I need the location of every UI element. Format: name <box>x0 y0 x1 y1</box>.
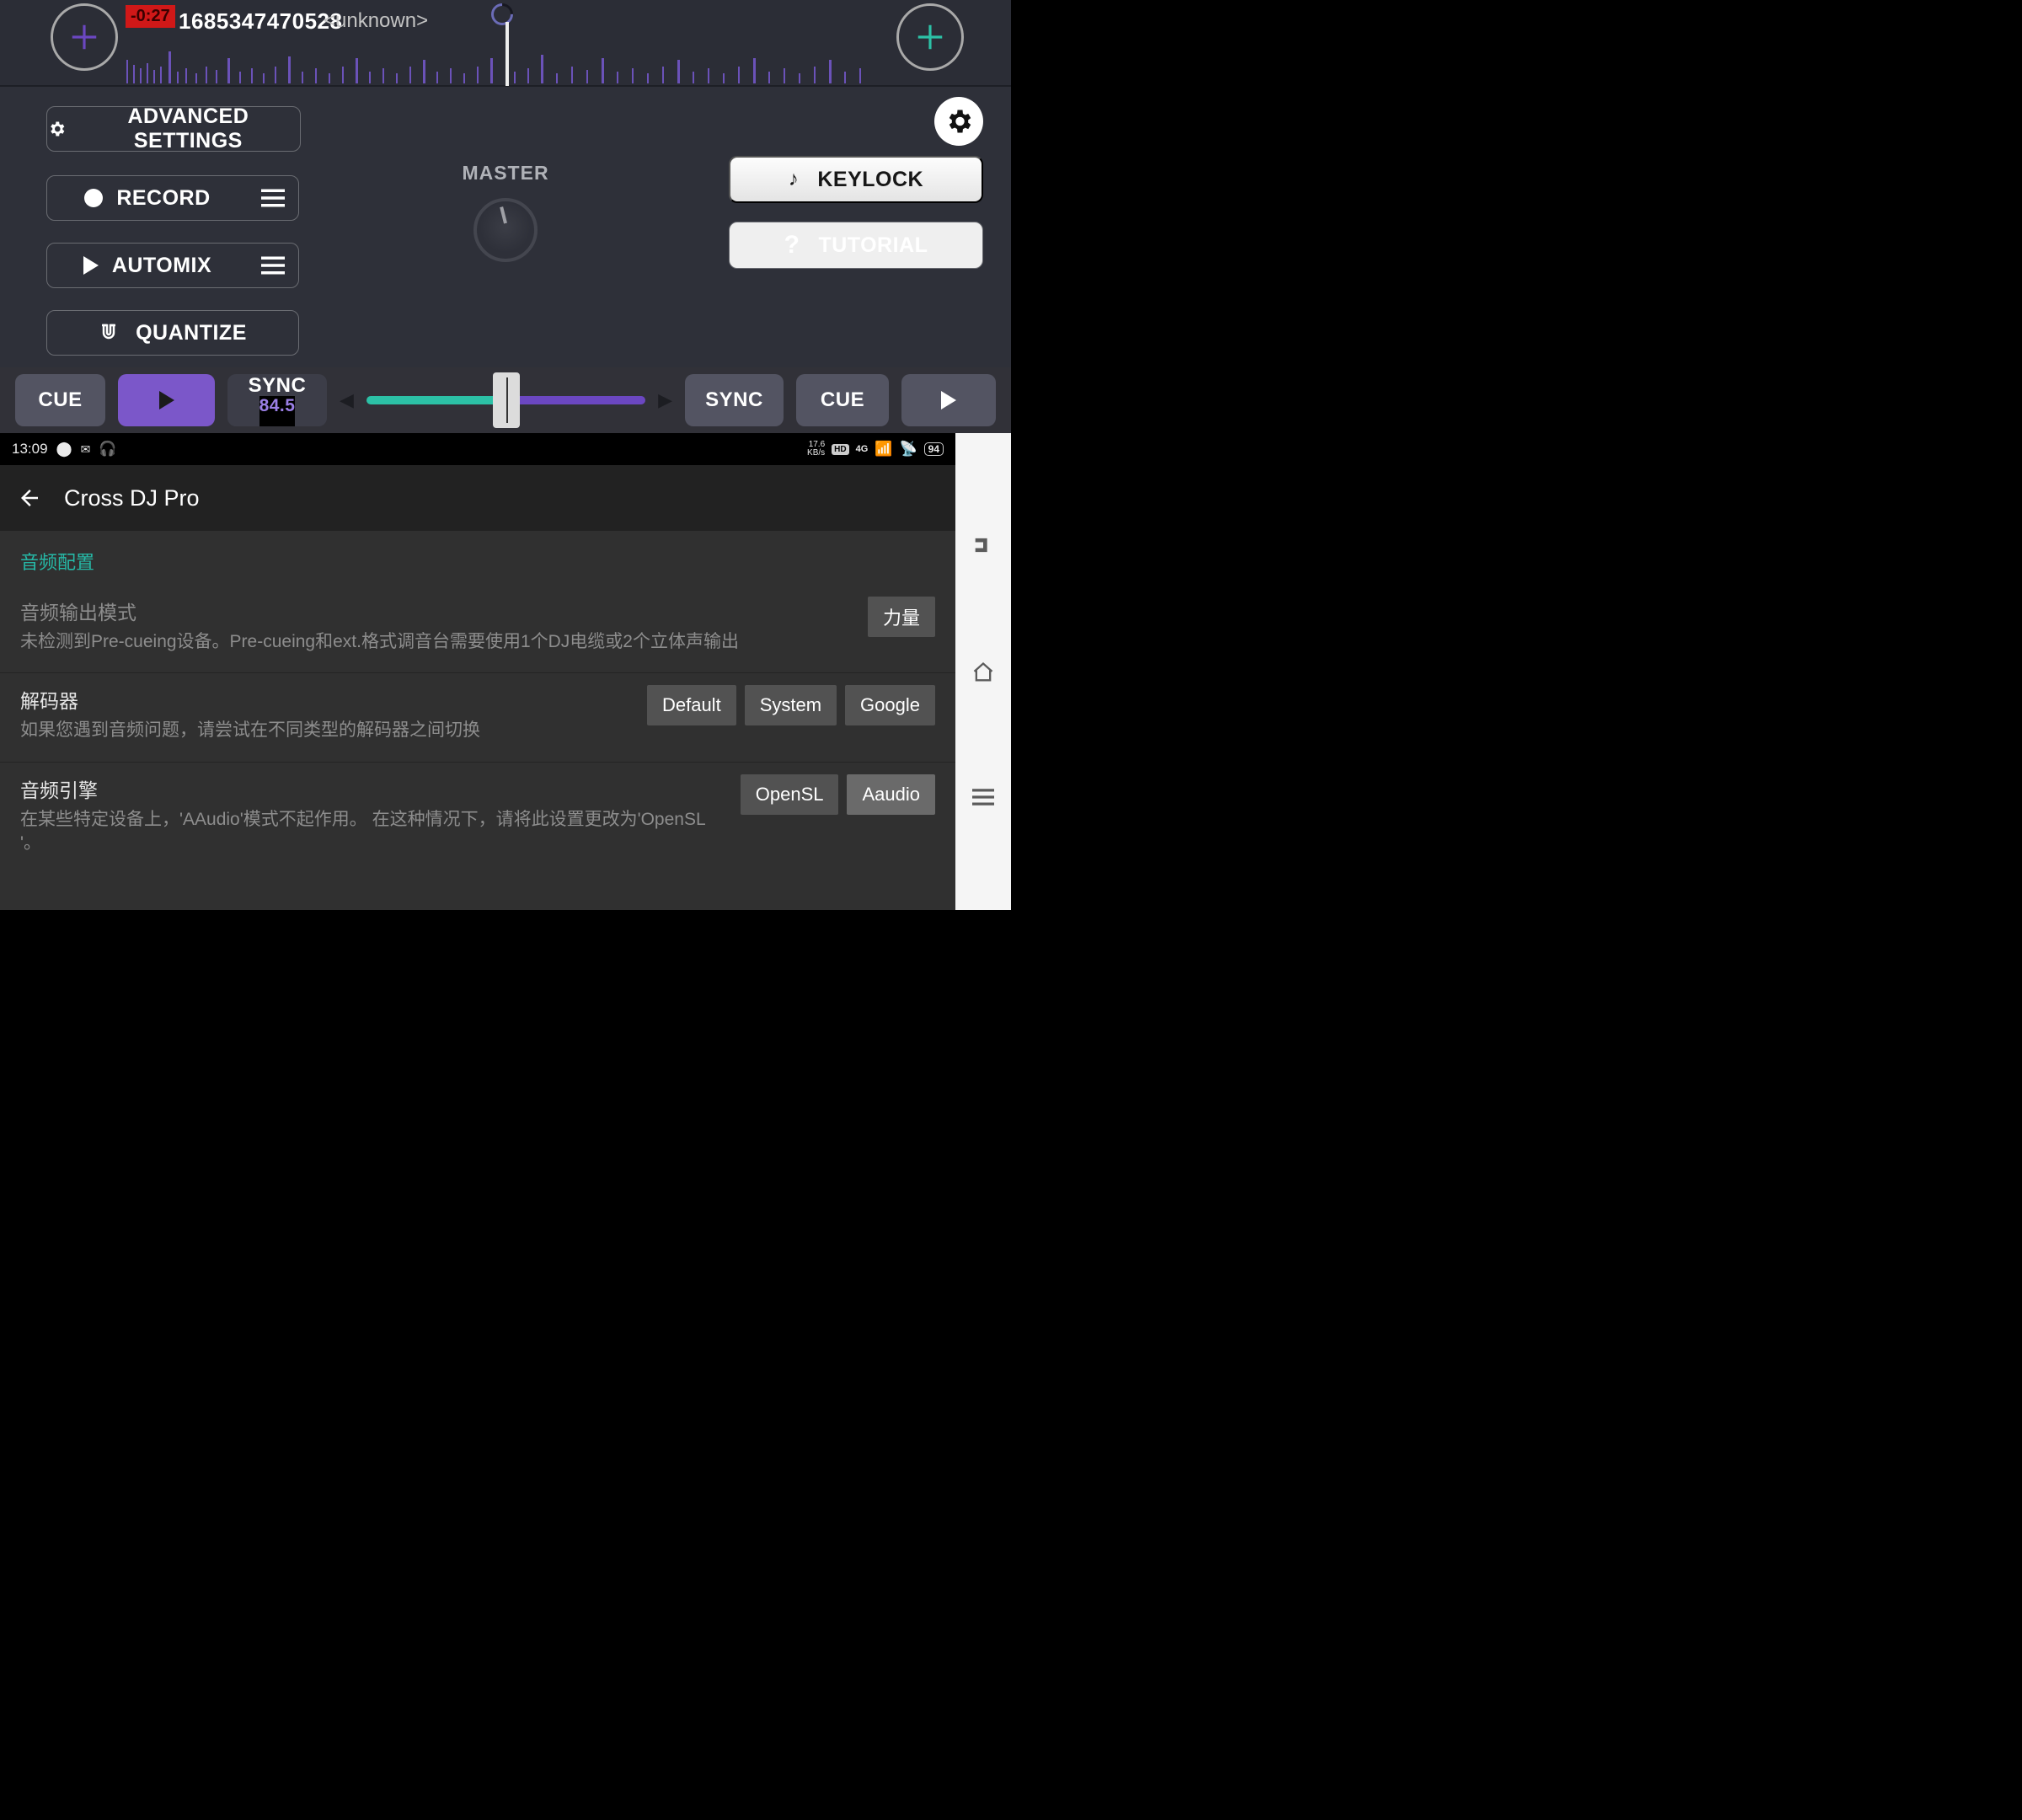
advanced-settings-button[interactable]: ADVANCED SETTINGS <box>46 106 301 152</box>
track-artist: <unknown> <box>324 9 428 33</box>
row-title: 音频输出模式 <box>20 597 851 625</box>
waveform-bar: -0:27 1685347470528 <unknown> <box>0 0 1011 86</box>
sync-bpm: 84.5 <box>259 396 296 426</box>
crossfader[interactable]: ◀ ▶ <box>340 374 672 426</box>
row-desc: 在某些特定设备上，'AAudio'模式不起作用。 在这种情况下，请将此设置更改为… <box>20 808 724 856</box>
hamburger-icon <box>261 189 285 207</box>
magnet-icon <box>99 323 119 343</box>
section-audio-config: 音频配置 <box>0 531 955 585</box>
cue-b-button[interactable]: CUE <box>796 374 889 426</box>
track-title: 1685347470528 <box>179 8 342 35</box>
automix-label: AUTOMIX <box>112 254 211 278</box>
nav-back-icon[interactable] <box>971 533 995 561</box>
play-icon <box>83 256 99 275</box>
question-icon: ? <box>784 231 800 260</box>
playhead-marker <box>506 22 509 86</box>
decoder-option-system[interactable]: System <box>745 685 837 725</box>
keylock-button[interactable]: ♪ KEYLOCK <box>729 156 983 203</box>
transport-strip: CUE SYNC 84.5 ◀ ▶ SYNC CUE <box>0 367 1011 433</box>
automix-button[interactable]: AUTOMIX <box>47 244 248 287</box>
signal-icon: 📶 <box>875 441 892 458</box>
record-menu-button[interactable] <box>248 176 298 220</box>
advanced-settings-label: ADVANCED SETTINGS <box>77 104 300 153</box>
status-bar: 13:09 ⬤ ✉ 🎧 17.6KB/s HD 4G 📶 📡 94 <box>0 433 955 465</box>
back-icon[interactable] <box>17 485 42 511</box>
quantize-label: QUANTIZE <box>136 321 247 345</box>
settings-button[interactable] <box>934 97 983 146</box>
output-mode-button[interactable]: 力量 <box>868 597 935 637</box>
engine-option-aaudio[interactable]: Aaudio <box>847 774 935 815</box>
status-time: 13:09 <box>12 441 48 458</box>
play-icon <box>159 391 174 410</box>
row-output-mode: 音频输出模式 未检测到Pre-cueing设备。Pre-cueing和ext.格… <box>0 585 955 673</box>
triangle-right-icon: ▶ <box>658 389 672 411</box>
decoder-option-google[interactable]: Google <box>845 685 935 725</box>
master-volume-knob[interactable] <box>473 198 538 262</box>
row-decoder: 解码器 如果您遇到音频问题，请尝试在不同类型的解码器之间切换 Default S… <box>0 673 955 762</box>
settings-title: Cross DJ Pro <box>64 485 200 511</box>
settings-titlebar: Cross DJ Pro <box>0 465 955 531</box>
decoder-option-default[interactable]: Default <box>647 685 736 725</box>
automix-button-group: AUTOMIX <box>46 243 299 288</box>
row-desc: 未检测到Pre-cueing设备。Pre-cueing和ext.格式调音台需要使… <box>20 630 851 654</box>
row-desc: 如果您遇到音频问题，请尝试在不同类型的解码器之间切换 <box>20 719 630 742</box>
cue-label: CUE <box>38 388 82 412</box>
battery-badge: 94 <box>924 442 944 456</box>
settings-subscreen: 13:09 ⬤ ✉ 🎧 17.6KB/s HD 4G 📶 📡 94 Cross … <box>0 433 1011 910</box>
engine-option-opensl[interactable]: OpenSL <box>741 774 839 815</box>
gear-icon <box>47 119 67 139</box>
play-b-button[interactable] <box>901 374 996 426</box>
sync-label: SYNC <box>249 374 307 398</box>
tutorial-label: TUTORIAL <box>818 233 928 258</box>
row-title: 音频引擎 <box>20 774 724 803</box>
play-icon <box>941 391 956 410</box>
network-icon: 4G <box>856 444 869 454</box>
status-speed: 17.6KB/s <box>807 441 825 458</box>
note-icon: ♪ <box>789 168 800 191</box>
crossfader-thumb[interactable] <box>493 372 520 428</box>
automix-menu-button[interactable] <box>248 244 298 287</box>
cue-a-button[interactable]: CUE <box>15 374 105 426</box>
record-button[interactable]: RECORD <box>47 176 248 220</box>
tutorial-button[interactable]: ? TUTORIAL <box>729 222 983 269</box>
sync-a-button[interactable]: SYNC 84.5 <box>227 374 327 426</box>
sync-b-button[interactable]: SYNC <box>685 374 784 426</box>
record-label: RECORD <box>116 186 210 211</box>
hamburger-icon <box>261 256 285 275</box>
system-nav-rail <box>955 433 1011 910</box>
keylock-label: KEYLOCK <box>817 168 923 192</box>
master-label: MASTER <box>462 162 548 185</box>
wifi-icon: 📡 <box>899 441 917 458</box>
gear-icon <box>944 106 974 136</box>
wechat-icon: ✉ <box>81 442 91 457</box>
nav-home-icon[interactable] <box>971 661 995 688</box>
hd-badge: HD <box>832 444 848 455</box>
headphone-icon: 🎧 <box>99 441 116 458</box>
record-icon <box>84 189 103 207</box>
row-title: 解码器 <box>20 685 630 714</box>
play-a-button[interactable] <box>118 374 215 426</box>
triangle-left-icon: ◀ <box>340 389 354 411</box>
cue-label: CUE <box>821 388 864 412</box>
record-button-group: RECORD <box>46 175 299 221</box>
time-remaining-badge: -0:27 <box>126 5 175 28</box>
progress-dial-icon <box>487 0 518 29</box>
status-dot-icon: ⬤ <box>56 441 72 458</box>
row-engine: 音频引擎 在某些特定设备上，'AAudio'模式不起作用。 在这种情况下，请将此… <box>0 763 955 875</box>
nav-recent-icon[interactable] <box>972 789 994 810</box>
controls-panel: ADVANCED SETTINGS RECORD AUTOMIX <box>0 86 1011 367</box>
quantize-button[interactable]: QUANTIZE <box>46 310 299 356</box>
sync-label: SYNC <box>705 388 763 412</box>
